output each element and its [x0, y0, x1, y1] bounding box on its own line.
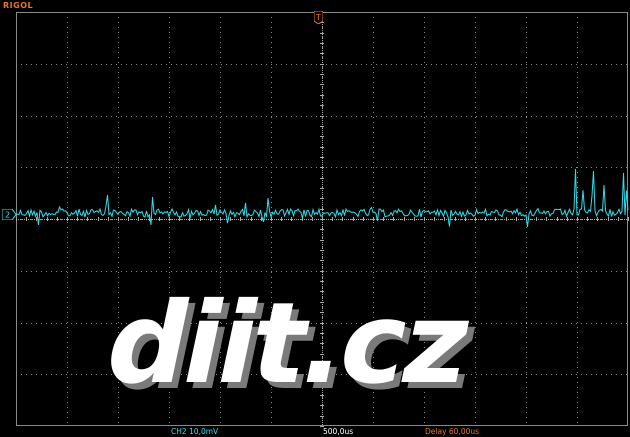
channel-ground-marker-icon: 2 [2, 209, 16, 220]
trigger-marker-label: T [315, 13, 321, 22]
channel-marker-label: 2 [5, 211, 10, 220]
channel-scale-readout: CH2 10,0mV [171, 427, 219, 436]
watermark-logo: diit.czdiit.cz [95, 278, 485, 415]
delay-readout: Delay 60,00us [425, 427, 480, 436]
trigger-position-icon: T [314, 11, 323, 24]
brand-label: RIGOL [3, 1, 34, 10]
time-base-readout: 500,0us [323, 427, 354, 436]
oscilloscope-screen: diit.cz diit.cz RIGOL T 2 CH2 10,0mV 500,… [0, 0, 630, 437]
watermark-text: diit.cz [95, 278, 479, 409]
